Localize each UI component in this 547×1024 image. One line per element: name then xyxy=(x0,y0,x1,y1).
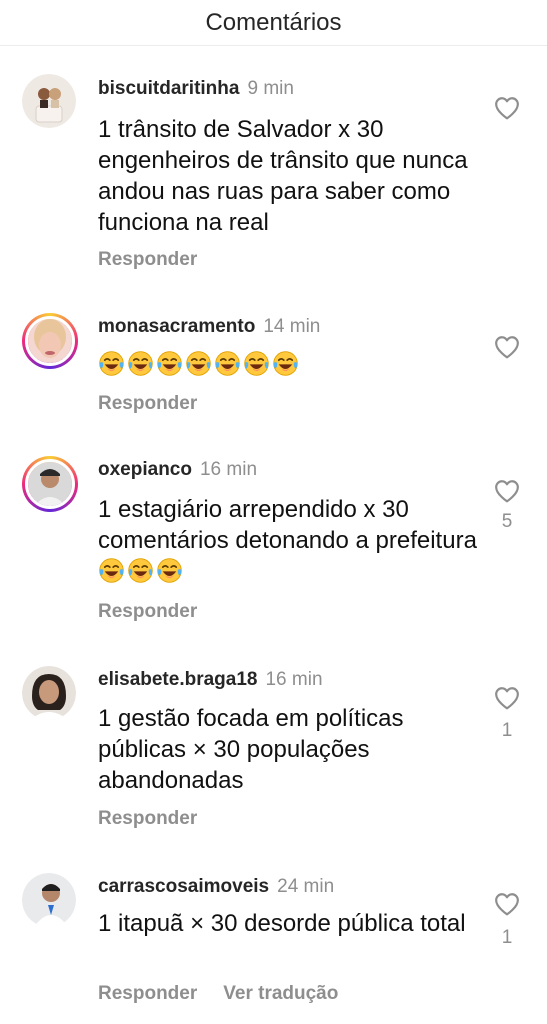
avatar[interactable] xyxy=(22,873,76,927)
comment-meta: oxepianco 16 min xyxy=(98,459,257,481)
comments-header: Comentários xyxy=(0,0,547,46)
reply-button[interactable]: Responder xyxy=(98,601,197,623)
username[interactable]: oxepianco xyxy=(98,459,192,481)
like-count: 5 xyxy=(501,511,513,532)
timestamp: 9 min xyxy=(247,78,294,99)
comment-actions: Responder xyxy=(98,249,197,271)
laughing-emoji-icon xyxy=(243,350,270,377)
comment-actions: Responder xyxy=(98,601,197,623)
username[interactable]: monasacramento xyxy=(98,316,255,338)
like-count: 1 xyxy=(501,720,513,741)
laughing-emoji-icon xyxy=(185,350,212,377)
timestamp: 16 min xyxy=(265,669,323,690)
reply-button[interactable]: Responder xyxy=(98,808,197,830)
laughing-emoji-icon xyxy=(98,557,125,584)
comment-meta: elisabete.braga18 16 min xyxy=(98,669,323,691)
heart-icon[interactable] xyxy=(494,479,520,503)
comment-text xyxy=(98,349,478,380)
username[interactable]: biscuitdaritinha xyxy=(98,78,239,100)
comment-actions: Responder Ver tradução xyxy=(98,983,338,1005)
page-title: Comentários xyxy=(205,8,342,36)
username[interactable]: carrascosaimoveis xyxy=(98,876,269,898)
laughing-emoji-icon xyxy=(98,350,125,377)
comment-actions: Responder xyxy=(98,393,197,415)
heart-icon[interactable] xyxy=(494,335,520,359)
laughing-emoji-icon xyxy=(156,350,183,377)
reply-button[interactable]: Responder xyxy=(98,249,197,271)
laughing-emoji-icon xyxy=(127,557,154,584)
laughing-emoji-icon xyxy=(214,350,241,377)
comment-meta: carrascosaimoveis 24 min xyxy=(98,876,334,898)
comment-actions: Responder xyxy=(98,808,197,830)
avatar[interactable] xyxy=(22,74,76,128)
comment-meta: biscuitdaritinha 9 min xyxy=(98,78,294,100)
avatar[interactable] xyxy=(22,456,78,512)
comment-text: 1 gestão focada em políticas públicas × … xyxy=(98,705,404,794)
heart-icon[interactable] xyxy=(494,96,520,120)
heart-icon[interactable] xyxy=(494,686,520,710)
reply-button[interactable]: Responder xyxy=(98,393,197,415)
laughing-emoji-icon xyxy=(156,557,183,584)
laughing-emoji-icon xyxy=(127,350,154,377)
timestamp: 16 min xyxy=(199,459,258,480)
comment-text: 1 itapuã × 30 desorde pública total xyxy=(98,910,466,937)
comment-text: 1 estagiário arrependido x 30 comentário… xyxy=(98,494,478,587)
translate-button[interactable]: Ver tradução xyxy=(223,983,338,1005)
timestamp: 24 min xyxy=(277,876,335,897)
avatar[interactable] xyxy=(22,666,76,720)
avatar[interactable] xyxy=(22,313,78,369)
comment-meta: monasacramento 14 min xyxy=(98,316,320,338)
like-count: 1 xyxy=(501,927,513,948)
laughing-emoji-icon xyxy=(272,350,299,377)
timestamp: 14 min xyxy=(263,316,321,337)
heart-icon[interactable] xyxy=(494,892,520,916)
reply-button[interactable]: Responder xyxy=(98,983,197,1005)
username[interactable]: elisabete.braga18 xyxy=(98,669,257,691)
comment-text: 1 trânsito de Salvador x 30 engenheiros … xyxy=(98,116,468,236)
